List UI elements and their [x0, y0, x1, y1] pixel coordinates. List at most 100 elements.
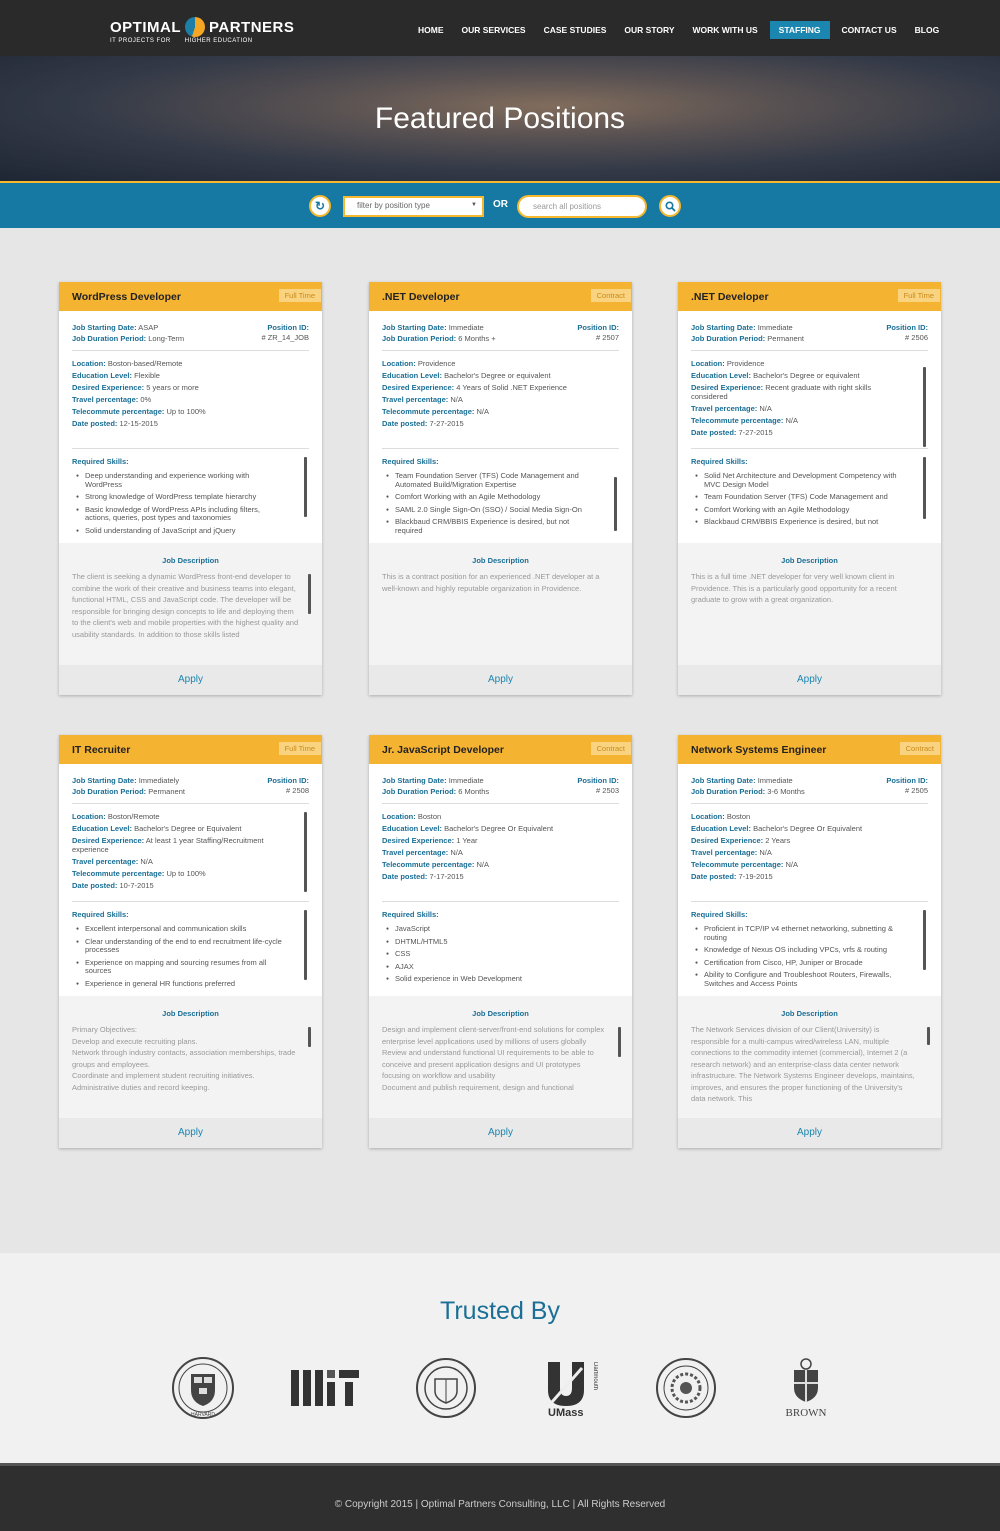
experience-value: 5 years or more	[146, 383, 199, 392]
date-posted-label: Date posted:	[691, 872, 737, 881]
nav-our-services[interactable]: OUR SERVICES	[456, 21, 532, 39]
job-details: Location: Boston/Remote Education Level:…	[72, 812, 309, 902]
apply-button[interactable]: Apply	[59, 1118, 322, 1148]
scrollbar[interactable]	[308, 1027, 311, 1047]
scrollbar[interactable]	[618, 1027, 621, 1057]
start-date-value: Immediate	[757, 323, 793, 332]
duration-value: Permanent	[148, 787, 185, 796]
start-date-label: Job Starting Date:	[72, 323, 137, 332]
required-skills: Required Skills: Proficient in TCP/IP v4…	[691, 910, 928, 994]
job-description-title: Job Description	[781, 556, 838, 565]
job-meta: Job Starting Date: Immediately Job Durat…	[72, 776, 309, 804]
or-label: OR	[493, 199, 508, 210]
location-value: Boston	[726, 812, 751, 821]
telecommute-label: Telecommute percentage:	[691, 416, 784, 425]
experience-label: Desired Experience:	[382, 836, 455, 845]
nav-home[interactable]: HOME	[412, 21, 450, 39]
duration-label: Job Duration Period:	[382, 334, 457, 343]
date-posted-value: 12-15-2015	[119, 419, 158, 428]
search-button[interactable]	[659, 195, 681, 217]
scrollbar[interactable]	[304, 457, 307, 517]
start-date-label: Job Starting Date:	[382, 776, 447, 785]
location-value: Boston/Remote	[107, 812, 160, 821]
harvard-logo: HARVARD	[171, 1356, 235, 1420]
education-value: Flexible	[134, 371, 160, 380]
skill-item: Blackbaud CRM/BBIS Experience is desired…	[382, 517, 619, 535]
logo-word-partners: PARTNERS	[209, 18, 295, 36]
job-card-header: Network Systems Engineer Contract	[678, 735, 941, 764]
start-date-value: Immediate	[448, 323, 484, 332]
reset-filter-button[interactable]: ↻	[309, 195, 331, 217]
date-posted-label: Date posted:	[382, 872, 428, 881]
skills-title: Required Skills:	[382, 910, 439, 919]
position-id-value: # 2505	[905, 786, 928, 795]
telecommute-value: N/A	[785, 860, 798, 869]
search-input[interactable]: search all positions	[517, 195, 647, 218]
scrollbar[interactable]	[927, 1027, 930, 1045]
scrollbar[interactable]	[304, 812, 307, 892]
duration-label: Job Duration Period:	[72, 787, 147, 796]
mit-logo-icon	[291, 1370, 359, 1406]
site-logo[interactable]: OPTIMAL PARTNERS IT PROJECTS FOR HIGHER …	[110, 17, 294, 44]
skill-item: Basic knowledge of WordPress APIs includ…	[72, 505, 309, 523]
required-skills: Required Skills: JavaScript DHTML/HTML5 CS…	[382, 910, 619, 994]
job-details: Location: Boston Education Level: Bachel…	[691, 812, 928, 902]
top-navigation-bar: OPTIMAL PARTNERS IT PROJECTS FOR HIGHER …	[0, 0, 1000, 56]
nav-blog[interactable]: BLOG	[909, 21, 946, 39]
skill-item: AJAX	[382, 962, 619, 972]
education-value: Bachelor's Degree or equivalent	[444, 371, 551, 380]
education-label: Education Level:	[691, 824, 752, 833]
date-posted-label: Date posted:	[382, 419, 428, 428]
scrollbar[interactable]	[923, 910, 926, 970]
position-id-label: Position ID:	[577, 776, 619, 785]
location-label: Location:	[691, 812, 725, 821]
apply-button[interactable]: Apply	[369, 1118, 632, 1148]
required-skills: Required Skills: Solid Net Architecture …	[691, 457, 928, 541]
skill-item: Solid Net Architecture and Development C…	[691, 471, 928, 489]
education-value: Bachelor's Degree or equivalent	[753, 371, 860, 380]
job-card-header: IT Recruiter Full Time	[59, 735, 322, 764]
scrollbar[interactable]	[304, 910, 307, 980]
nav-staffing[interactable]: STAFFING	[769, 21, 830, 39]
position-type-select-value: filter by position type	[357, 201, 430, 210]
education-label: Education Level:	[72, 371, 133, 380]
job-card: WordPress Developer Full Time Job Starti…	[59, 282, 322, 695]
nav-case-studies[interactable]: CASE STUDIES	[538, 21, 613, 39]
date-posted-value: 7-27-2015	[429, 419, 464, 428]
job-description: Job Description This is a full time .NET…	[678, 543, 941, 665]
search-icon	[664, 200, 676, 212]
position-type-select[interactable]: filter by position type ▼	[343, 196, 484, 217]
apply-button[interactable]: Apply	[59, 665, 322, 695]
skill-item: Excellent interpersonal and communicatio…	[72, 924, 309, 934]
logo-tagline-left: IT PROJECTS FOR	[110, 38, 171, 44]
start-date-label: Job Starting Date:	[691, 323, 756, 332]
start-date-value: Immediate	[757, 776, 793, 785]
apply-button[interactable]: Apply	[369, 665, 632, 695]
trusted-by-section: Trusted By HARVARD UMass Dartmouth BROWN	[0, 1253, 1000, 1463]
skill-item: Team Foundation Server (TFS) Code Manage…	[382, 471, 619, 489]
start-date-label: Job Starting Date:	[691, 776, 756, 785]
nav-work-with-us[interactable]: WORK WITH US	[686, 21, 763, 39]
apply-button[interactable]: Apply	[678, 665, 941, 695]
experience-label: Desired Experience:	[72, 836, 145, 845]
scrollbar[interactable]	[923, 367, 926, 447]
start-date-value: Immediately	[138, 776, 180, 785]
travel-value: N/A	[759, 848, 772, 857]
nav-contact-us[interactable]: CONTACT US	[836, 21, 903, 39]
job-type-badge: Contract	[899, 742, 940, 755]
scrollbar[interactable]	[614, 477, 617, 531]
start-date-value: ASAP	[138, 323, 159, 332]
education-label: Education Level:	[382, 824, 443, 833]
nav-our-story[interactable]: OUR STORY	[618, 21, 680, 39]
job-card-header: .NET Developer Contract	[369, 282, 632, 311]
scrollbar[interactable]	[308, 574, 311, 614]
education-value: Bachelor's Degree or Equivalent	[134, 824, 242, 833]
apply-button[interactable]: Apply	[678, 1118, 941, 1148]
position-id-label: Position ID:	[886, 323, 928, 332]
location-value: Providence	[726, 359, 765, 368]
job-title: Jr. JavaScript Developer	[382, 744, 504, 756]
scrollbar[interactable]	[923, 457, 926, 519]
duration-label: Job Duration Period:	[691, 334, 766, 343]
travel-value: N/A	[450, 848, 463, 857]
boston-college-logo	[414, 1356, 478, 1420]
